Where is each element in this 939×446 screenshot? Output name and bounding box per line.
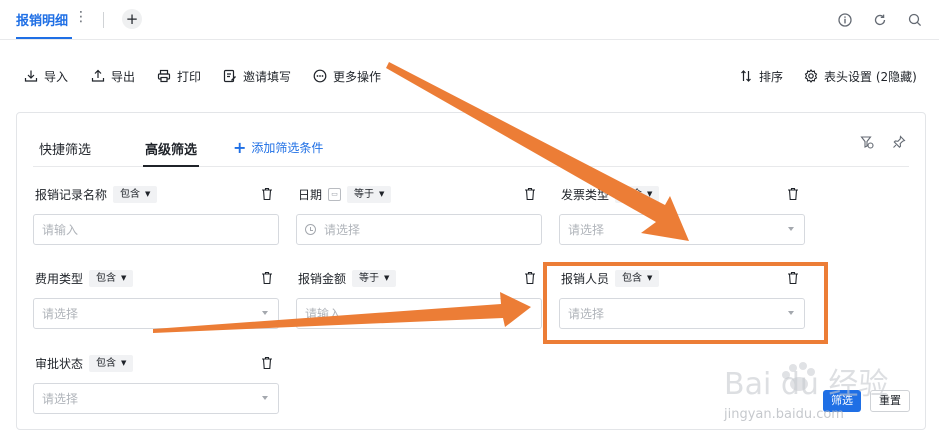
operator-select[interactable]: 包含 ▼ bbox=[89, 270, 134, 287]
operator-select[interactable]: 包含 ▼ bbox=[615, 186, 660, 203]
operator-label: 包含 bbox=[622, 189, 643, 200]
tab-quick-filter[interactable]: 快捷筛选 bbox=[39, 139, 91, 158]
more-actions-label: 更多操作 bbox=[333, 69, 382, 84]
more-dots-icon bbox=[313, 69, 327, 83]
tab-advanced-filter[interactable]: 高级筛选 bbox=[145, 139, 197, 158]
field-label: 发票类型 bbox=[561, 188, 610, 202]
operator-select[interactable]: 包含 ▼ bbox=[89, 355, 134, 372]
dropdown-arrow-icon bbox=[262, 311, 268, 315]
trash-icon[interactable] bbox=[261, 356, 273, 370]
operator-select[interactable]: 等于 ▼ bbox=[347, 186, 392, 203]
operator-select[interactable]: 包含 ▼ bbox=[113, 186, 158, 203]
field-label-row: 报销记录名称 包含 ▼ bbox=[35, 186, 158, 203]
info-icon[interactable] bbox=[838, 13, 852, 27]
baidu-jingyan-watermark: Bai du 经验 jingyan.baidu.com bbox=[723, 362, 888, 422]
select-input[interactable]: 请选择 bbox=[33, 298, 279, 329]
trash-icon[interactable] bbox=[524, 271, 536, 285]
trash-icon[interactable] bbox=[261, 271, 273, 285]
caret-down-icon: ▼ bbox=[121, 359, 127, 367]
tab-more-icon[interactable]: ⋮ bbox=[74, 9, 88, 25]
export-button[interactable]: 导出 bbox=[91, 66, 135, 86]
date-picker-input[interactable]: 请选择 bbox=[296, 214, 542, 245]
select-input[interactable]: 请选择 bbox=[559, 214, 805, 245]
sort-label: 排序 bbox=[759, 69, 784, 84]
header-settings-label: 表头设置 (2隐藏) bbox=[824, 69, 917, 84]
operator-select[interactable]: 等于 ▼ bbox=[352, 270, 397, 287]
dropdown-arrow-icon bbox=[788, 227, 794, 231]
date-mode-icon[interactable]: ▭ bbox=[328, 188, 342, 201]
clear-filter-icon[interactable] bbox=[860, 135, 874, 149]
import-icon bbox=[24, 70, 38, 82]
field-label-row: 日期 ▭ 等于 ▼ bbox=[298, 186, 392, 203]
trash-icon[interactable] bbox=[524, 187, 536, 201]
import-label: 导入 bbox=[44, 69, 69, 84]
caret-down-icon: ▼ bbox=[121, 274, 127, 282]
printer-icon bbox=[157, 69, 171, 83]
pin-icon[interactable] bbox=[892, 135, 906, 149]
operator-label: 包含 bbox=[120, 189, 141, 200]
number-input[interactable]: 请输入 bbox=[296, 298, 542, 329]
refresh-icon[interactable] bbox=[873, 13, 887, 27]
sort-icon bbox=[741, 70, 751, 82]
input-placeholder: 请输入 bbox=[42, 223, 79, 237]
tab-reimbursement-detail[interactable]: 报销明细 bbox=[16, 10, 68, 29]
input-placeholder: 请选择 bbox=[568, 223, 605, 237]
filter-tabs: 快捷筛选 高级筛选 + 添加筛选条件 bbox=[33, 139, 909, 167]
field-label-row: 审批状态 包含 ▼ bbox=[35, 355, 134, 372]
more-actions-button[interactable]: 更多操作 bbox=[313, 66, 381, 86]
tab-divider bbox=[103, 12, 104, 28]
watermark-brand: Bai du 经验 bbox=[724, 367, 888, 402]
dropdown-arrow-icon bbox=[262, 396, 268, 400]
add-tab-button[interactable]: + bbox=[122, 9, 142, 29]
invite-fill-label: 邀请填写 bbox=[243, 69, 292, 84]
clock-icon bbox=[305, 224, 316, 235]
input-placeholder: 请选择 bbox=[42, 392, 79, 406]
plus-icon: + bbox=[233, 137, 247, 157]
annotation-highlight-box bbox=[543, 262, 828, 344]
field-label: 审批状态 bbox=[35, 357, 84, 371]
caret-down-icon: ▼ bbox=[384, 274, 390, 282]
caret-down-icon: ▼ bbox=[647, 190, 653, 198]
advanced-tab-underline bbox=[143, 165, 199, 167]
field-label-row: 发票类型 包含 ▼ bbox=[561, 186, 660, 203]
active-tab-underline bbox=[16, 37, 72, 39]
field-label: 报销金额 bbox=[298, 272, 347, 286]
field-label: 日期 bbox=[298, 188, 323, 202]
caret-down-icon: ▼ bbox=[145, 190, 151, 198]
header-settings-button[interactable]: 表头设置 (2隐藏) bbox=[804, 66, 917, 86]
operator-label: 等于 bbox=[354, 189, 375, 200]
input-placeholder: 请输入 bbox=[305, 307, 342, 321]
print-button[interactable]: 打印 bbox=[157, 66, 201, 86]
input-placeholder: 请选择 bbox=[324, 223, 361, 237]
print-label: 打印 bbox=[177, 69, 202, 84]
top-tab-bar: 报销明细 ⋮ + bbox=[0, 0, 939, 40]
text-input[interactable]: 请输入 bbox=[33, 214, 279, 245]
invite-fill-button[interactable]: 邀请填写 bbox=[223, 66, 291, 86]
operator-label: 包含 bbox=[96, 358, 117, 369]
field-label: 费用类型 bbox=[35, 272, 84, 286]
select-input[interactable]: 请选择 bbox=[33, 383, 279, 414]
field-label-row: 费用类型 包含 ▼ bbox=[35, 270, 134, 287]
input-placeholder: 请选择 bbox=[42, 307, 79, 321]
export-icon bbox=[91, 69, 105, 82]
add-filter-condition-button[interactable]: + 添加筛选条件 bbox=[233, 139, 323, 156]
operator-label: 等于 bbox=[359, 273, 380, 284]
field-label-row: 报销金额 等于 ▼ bbox=[298, 270, 397, 287]
field-label: 报销记录名称 bbox=[35, 188, 108, 202]
search-icon[interactable] bbox=[908, 13, 922, 27]
trash-icon[interactable] bbox=[261, 187, 273, 201]
import-button[interactable]: 导入 bbox=[24, 66, 68, 86]
caret-down-icon: ▼ bbox=[379, 190, 385, 198]
export-label: 导出 bbox=[111, 69, 136, 84]
gear-icon bbox=[804, 69, 818, 83]
sort-button[interactable]: 排序 bbox=[739, 66, 783, 86]
edit-form-icon bbox=[223, 69, 236, 83]
trash-icon[interactable] bbox=[787, 187, 799, 201]
watermark-url: jingyan.baidu.com bbox=[723, 407, 844, 422]
add-filter-condition-label: 添加筛选条件 bbox=[251, 141, 324, 155]
operator-label: 包含 bbox=[96, 273, 117, 284]
